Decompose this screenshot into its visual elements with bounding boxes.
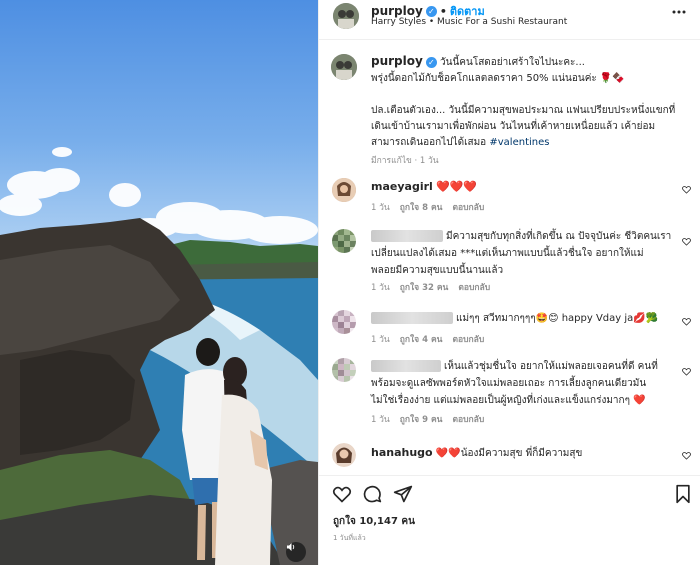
- caption-username[interactable]: purploy: [371, 54, 423, 68]
- comment-body: แม่ๆๆ สวีทมากๆๆๆ🤩😊 happy Vday ja💋🥦: [456, 313, 659, 324]
- comment-body: เปลี่ยนแปลงได้เสมอ ***แต่เห็นภาพแบบนี้แล…: [371, 248, 644, 259]
- comment-meta: 1 วัน ถูกใจ 9 คน ตอบกลับ: [371, 412, 494, 426]
- comment-username[interactable]: hanahugo: [371, 446, 433, 459]
- comment-text: hanahugo ❤️❤️น้องมีความสุข พี่ก็มีความสุ…: [371, 444, 676, 462]
- caption-line: สามารถเดินออกไปได้เสมอ: [371, 137, 490, 148]
- audio-label[interactable]: Harry Styles • Music For a Sushi Restaur…: [371, 17, 567, 27]
- reply-button[interactable]: ตอบกลับ: [452, 415, 484, 425]
- comment-time: 1 วัน: [371, 203, 390, 213]
- bookmark-icon[interactable]: [673, 484, 693, 504]
- action-bar: ถูกใจ 10,147 คน 1 วันที่แล้ว: [319, 475, 700, 565]
- sound-icon[interactable]: [286, 542, 306, 562]
- comment-text: แม่ๆๆ สวีทมากๆๆๆ🤩😊 happy Vday ja💋🥦: [371, 310, 676, 327]
- comment-meta: 1 วัน ถูกใจ 4 คน ตอบกลับ: [371, 332, 494, 346]
- comment-body: เห็นแล้วชุ่มชื่นใจ อยากให้แม่พลอยเจอคนที…: [444, 361, 658, 372]
- caption-text: purploy ✓ วันนี้คนโสดอย่าเศร้าใจไปนะคะ...…: [371, 53, 691, 169]
- heart-icon[interactable]: [682, 367, 691, 376]
- avatar[interactable]: [333, 3, 359, 29]
- verified-icon: ✓: [425, 6, 437, 17]
- comment-body: พร้อมจะดูแลซัพพอร์ตหัวใจแม่พลอยเถอะ การเ…: [371, 378, 647, 389]
- comment-body: พลอยมีความสุขแบบนี้นานแล้ว: [371, 265, 504, 276]
- likes-suffix: คน: [401, 516, 415, 527]
- comment-body: ไม่ใช่เรื่องง่าย แต่แม่พลอยเป็นผู้หญิงที…: [371, 395, 646, 406]
- heart-icon[interactable]: [682, 451, 691, 460]
- avatar[interactable]: [332, 229, 356, 253]
- heart-icon[interactable]: [682, 237, 691, 246]
- blurred-username[interactable]: [371, 312, 453, 324]
- likes-count: 10,147: [359, 516, 398, 527]
- blurred-username[interactable]: [371, 230, 443, 242]
- comment-body: ❤️❤️น้องมีความสุข พี่ก็มีความสุข: [435, 448, 583, 459]
- post-sidebar: purploy ✓ • ติดตาม Harry Styles • Music For…: [318, 0, 700, 565]
- comment-likes[interactable]: ถูกใจ 8 คน: [400, 203, 443, 213]
- avatar[interactable]: [332, 310, 356, 334]
- blurred-username[interactable]: [371, 360, 441, 372]
- verified-icon: ✓: [425, 56, 437, 68]
- post-header: purploy ✓ • ติดตาม Harry Styles • Music For…: [319, 0, 700, 40]
- comment-meta: 1 วัน ถูกใจ 32 คน ตอบกลับ: [371, 280, 500, 294]
- post-photo[interactable]: [0, 0, 318, 565]
- caption-line: วันนี้คนโสดอย่าเศร้าใจไปนะคะ...: [440, 57, 585, 68]
- more-options-icon[interactable]: [672, 10, 686, 14]
- comment-body: มีความสุขกับทุกสิ่งที่เกิดขึ้น ณ ปัจจุบั…: [446, 231, 672, 242]
- comment-likes[interactable]: ถูกใจ 32 คน: [400, 283, 449, 293]
- comment-icon[interactable]: [362, 484, 382, 504]
- heart-icon[interactable]: [332, 484, 352, 504]
- comment-time: 1 วัน: [371, 415, 390, 425]
- caption-time: 1 วัน: [419, 156, 439, 166]
- share-icon[interactable]: [393, 484, 413, 504]
- photo-scene: [0, 147, 318, 565]
- reply-button[interactable]: ตอบกลับ: [452, 335, 484, 345]
- comment-body: ❤️❤️❤️: [435, 180, 478, 193]
- comment-text: มีความสุขกับทุกสิ่งที่เกิดขึ้น ณ ปัจจุบั…: [371, 228, 676, 279]
- comment-text: เห็นแล้วชุ่มชื่นใจ อยากให้แม่พลอยเจอคนที…: [371, 358, 676, 409]
- caption-line: เดินเข้าบ้านเรามาเพื่อพักผ่อน วันไหนที่เ…: [371, 121, 656, 132]
- comment-meta: 1 วัน ถูกใจ 8 คน ตอบกลับ: [371, 200, 494, 214]
- avatar[interactable]: [332, 443, 356, 467]
- avatar[interactable]: [332, 178, 356, 202]
- heart-icon[interactable]: [682, 317, 691, 326]
- likes-label: ถูกใจ: [333, 516, 356, 527]
- post-time: 1 วันที่แล้ว: [333, 534, 366, 542]
- reply-button[interactable]: ตอบกลับ: [452, 203, 484, 213]
- header-username[interactable]: purploy: [371, 4, 423, 18]
- avatar[interactable]: [331, 54, 357, 80]
- avatar[interactable]: [332, 358, 356, 382]
- comment-likes[interactable]: ถูกใจ 9 คน: [400, 415, 443, 425]
- likes-summary[interactable]: ถูกใจ 10,147 คน: [333, 514, 415, 529]
- comment-time: 1 วัน: [371, 335, 390, 345]
- edited-label: มีการแก้ไข: [371, 156, 412, 166]
- comment-text: maeyagirl ❤️❤️❤️: [371, 178, 676, 196]
- caption-line: ปล.เตือนตัวเอง... วันนี้มีความสุขพอประมา…: [371, 105, 676, 116]
- caption-line: พรุ่งนี้ดอกไม้กับช็อคโกแลตลดราคา 50% แน่…: [371, 73, 625, 84]
- comment-time: 1 วัน: [371, 283, 390, 293]
- reply-button[interactable]: ตอบกลับ: [458, 283, 490, 293]
- heart-icon[interactable]: [682, 185, 691, 194]
- hashtag-link[interactable]: #valentines: [489, 137, 549, 148]
- comment-username[interactable]: maeyagirl: [371, 180, 433, 193]
- comment-likes[interactable]: ถูกใจ 4 คน: [400, 335, 443, 345]
